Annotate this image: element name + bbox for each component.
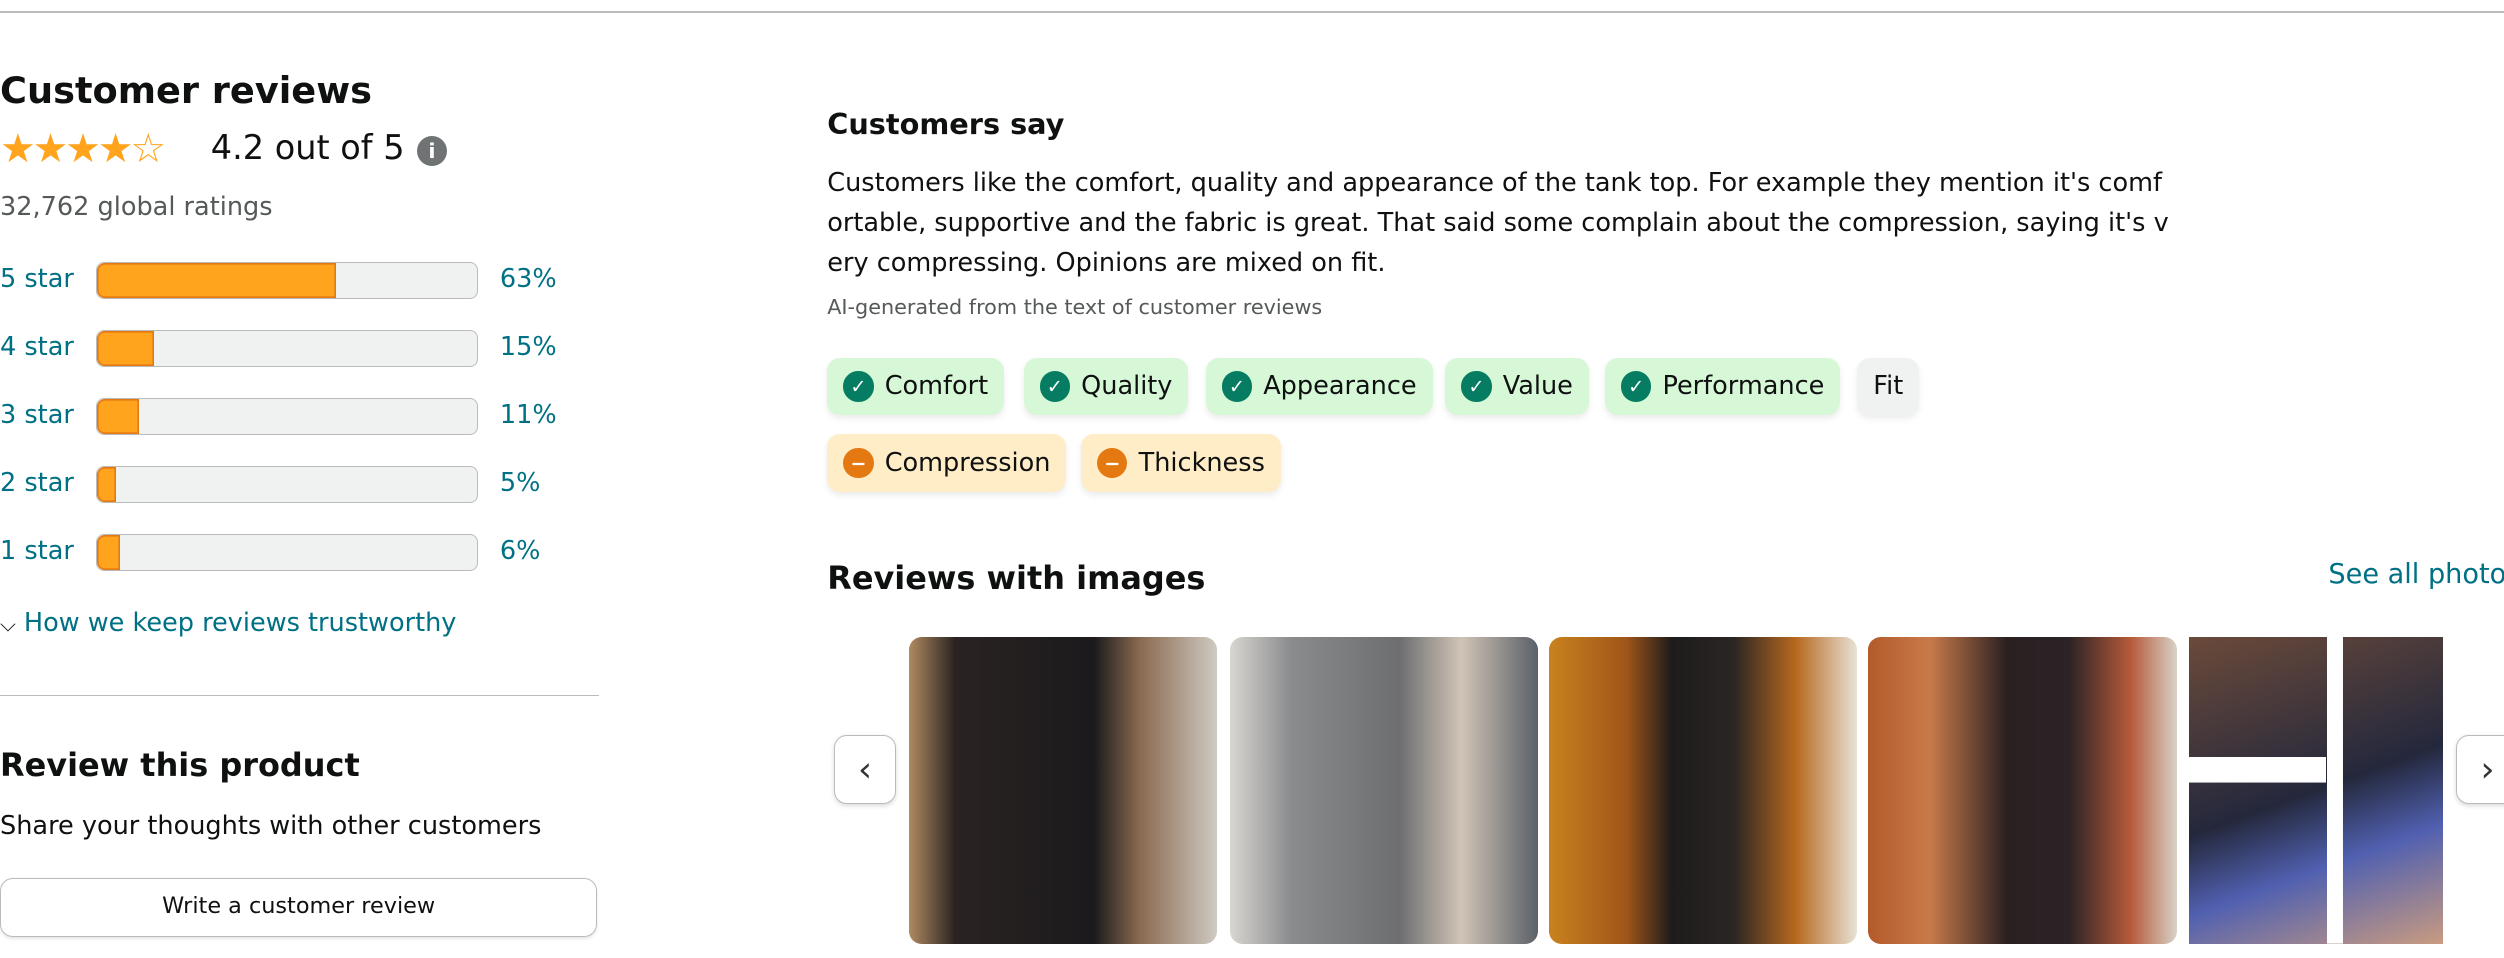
- rating-bar-fill: [96, 467, 116, 503]
- rating-bar[interactable]: [95, 397, 478, 436]
- star-filter-link[interactable]: 2 star: [0, 468, 74, 498]
- aspect-chip[interactable]: ✓ Quality: [1023, 357, 1189, 416]
- write-review-button[interactable]: Write a customer review: [0, 878, 598, 938]
- review-image[interactable]: [1868, 637, 2177, 944]
- review-image[interactable]: [1549, 637, 1858, 944]
- star-filter-link[interactable]: 1 star: [0, 536, 74, 566]
- carousel-prev-button[interactable]: ‹: [833, 734, 897, 804]
- customer-reviews-title: Customer reviews: [0, 68, 372, 112]
- rating-text: 4.2 out of 5: [210, 127, 405, 167]
- aspect-chip-label: Fit: [1873, 371, 1904, 402]
- check-circle-icon: ✓: [1221, 371, 1253, 402]
- chevron-right-icon: ›: [2480, 748, 2495, 790]
- ai-note: AI-generated from the text of customer r…: [827, 295, 1323, 320]
- chevron-left-icon: ‹: [857, 748, 872, 790]
- aspect-chip[interactable]: ✓ Appearance: [1205, 357, 1433, 416]
- customers-say-summary: Customers like the comfort, quality and …: [827, 168, 2169, 279]
- rating-bar-fill: [96, 262, 337, 299]
- rating-bar[interactable]: [95, 261, 478, 300]
- rating-bar-fill: [96, 330, 154, 367]
- global-ratings: 32,762 global ratings: [0, 191, 273, 222]
- check-circle-icon: ✓: [1461, 371, 1492, 402]
- aspect-chip-label: Appearance: [1263, 371, 1417, 402]
- check-circle-icon: ✓: [843, 371, 874, 402]
- rating-percent[interactable]: 63%: [500, 264, 557, 294]
- minus-circle-icon: −: [843, 447, 874, 479]
- divider: [0, 694, 599, 697]
- review-product-subtitle: Share your thoughts with other customers: [0, 811, 542, 842]
- rating-percent[interactable]: 11%: [500, 400, 557, 430]
- trust-link[interactable]: ⌵ How we keep reviews trustworthy: [0, 608, 456, 638]
- review-image[interactable]: [908, 637, 1217, 944]
- minus-circle-icon: −: [1097, 447, 1128, 479]
- review-image[interactable]: [1229, 637, 1538, 944]
- review-product-title: Review this product: [0, 745, 360, 784]
- star-filter-link[interactable]: 4 star: [0, 332, 74, 362]
- carousel-next-button[interactable]: ›: [2456, 734, 2504, 804]
- aspect-chip-label: Thickness: [1138, 448, 1265, 479]
- see-all-photos-link[interactable]: See all photos: [2328, 559, 2504, 590]
- aspect-chip-label: Quality: [1081, 371, 1173, 402]
- aspect-chip-label: Performance: [1662, 371, 1825, 402]
- top-divider: [0, 11, 2504, 13]
- aspect-chip-label: Value: [1502, 371, 1573, 402]
- rating-bar[interactable]: [95, 534, 478, 572]
- rating-bar[interactable]: [95, 466, 478, 504]
- aspect-chip-label: Compression: [884, 448, 1051, 479]
- check-circle-icon: ✓: [1039, 371, 1070, 402]
- star-filter-link[interactable]: 5 star: [0, 264, 74, 294]
- trust-link-label: How we keep reviews trustworthy: [23, 608, 457, 639]
- rating-percent[interactable]: 15%: [500, 332, 557, 362]
- aspect-chip[interactable]: ✓ Comfort: [827, 357, 1005, 416]
- aspect-chip-label: Comfort: [884, 371, 989, 402]
- rating-percent[interactable]: 5%: [500, 468, 541, 498]
- rating-bar-fill: [96, 535, 120, 571]
- info-icon[interactable]: i: [416, 135, 448, 167]
- star-filter-link[interactable]: 3 star: [0, 400, 74, 430]
- aspect-chip[interactable]: − Compression: [827, 434, 1067, 492]
- customers-say-title: Customers say: [827, 106, 1065, 141]
- aspect-chip[interactable]: ✓ Performance: [1604, 357, 1841, 416]
- reviews-images-title: Reviews with images: [827, 558, 1206, 597]
- chevron-down-icon: ⌵: [0, 612, 16, 637]
- aspect-chip[interactable]: Fit: [1857, 357, 1920, 416]
- aspect-chip[interactable]: ✓ Value: [1445, 357, 1589, 416]
- rating-percent[interactable]: 6%: [500, 536, 541, 566]
- check-circle-icon: ✓: [1620, 371, 1652, 402]
- review-image-collage[interactable]: [2189, 637, 2444, 944]
- rating-bar[interactable]: [95, 329, 478, 368]
- rating-bar-fill: [96, 398, 139, 435]
- aspect-chip[interactable]: − Thickness: [1081, 434, 1281, 492]
- star-rating-icon: ★★★★☆: [0, 126, 166, 173]
